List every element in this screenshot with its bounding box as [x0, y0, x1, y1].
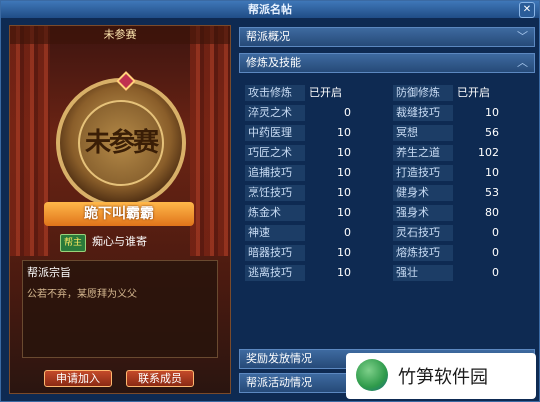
section-cultivation-label: 修炼及技能 — [246, 56, 301, 69]
skill-label: 健身术 — [393, 185, 453, 201]
competition-status: 未参赛 — [10, 26, 230, 44]
section-rewards-label: 奖励发放情况 — [246, 352, 312, 365]
skill-label: 强身术 — [393, 205, 453, 221]
guild-medal: 未参赛 — [56, 71, 186, 208]
skill-value: 10 — [337, 246, 351, 259]
skill-value: 10 — [337, 206, 351, 219]
skill-row: 炼金术 10 强身术 80 — [245, 205, 529, 223]
skill-value: 0 — [492, 246, 499, 259]
skill-value: 已开启 — [309, 86, 342, 99]
skill-label: 淬灵之术 — [245, 105, 305, 121]
skill-label: 暗器技巧 — [245, 245, 305, 261]
leader-row: 帮主 痴心与谁寄 — [60, 234, 147, 252]
skill-label: 巧匠之术 — [245, 145, 305, 161]
skill-row: 逃离技巧 10 强壮 0 — [245, 265, 529, 283]
guild-emblem-panel: 未参赛 未参赛 跪下叫霸霸 帮主 痴心与谁寄 帮派宗旨 公若不弃，某愿拜为义父 申… — [9, 25, 231, 394]
skill-value: 10 — [485, 106, 499, 119]
apply-join-button[interactable]: 申请加入 — [44, 370, 112, 387]
guild-info-panel: 帮派概况 ﹀ 修炼及技能 ︿ 攻击修炼 已开启 防御修炼 已开启 淬灵之术 0 裁缝技巧 10… — [239, 25, 535, 394]
skill-value: 102 — [478, 146, 499, 159]
skill-row: 烹饪技巧 10 健身术 53 — [245, 185, 529, 203]
contact-member-button[interactable]: 联系成员 — [126, 370, 194, 387]
skill-label: 攻击修炼 — [245, 85, 305, 101]
skill-value: 80 — [485, 206, 499, 219]
skill-row: 追捕技巧 10 打造技巧 10 — [245, 165, 529, 183]
skill-label: 裁缝技巧 — [393, 105, 453, 121]
skill-value: 0 — [344, 106, 351, 119]
chevron-down-icon: ﹀ — [517, 30, 528, 43]
bamboo-logo-icon — [356, 359, 388, 391]
watermark: 竹笋软件园 — [346, 353, 536, 399]
skill-value: 10 — [485, 166, 499, 179]
skill-label: 打造技巧 — [393, 165, 453, 181]
skill-value: 已开启 — [457, 86, 490, 99]
watermark-text: 竹笋软件园 — [398, 367, 488, 388]
skill-value: 10 — [337, 266, 351, 279]
skill-label: 追捕技巧 — [245, 165, 305, 181]
skill-value: 10 — [337, 146, 351, 159]
close-icon[interactable]: ✕ — [519, 2, 535, 18]
guild-card-window: 帮派名帖 ✕ 未参赛 未参赛 跪下叫霸霸 帮主 痴心与谁寄 帮派宗旨 公若不弃，某… — [0, 0, 540, 402]
leader-name[interactable]: 痴心与谁寄 — [92, 235, 147, 248]
skill-value: 0 — [344, 226, 351, 239]
section-activities-label: 帮派活动情况 — [246, 376, 312, 389]
tenet-title: 帮派宗旨 — [27, 266, 71, 279]
tenet-text: 公若不弃，某愿拜为义父 — [27, 289, 137, 300]
skill-row: 中药医理 10 冥想 56 — [245, 125, 529, 143]
skill-label: 防御修炼 — [393, 85, 453, 101]
skill-label: 神速 — [245, 225, 305, 241]
skill-value: 10 — [337, 186, 351, 199]
skill-value: 10 — [337, 126, 351, 139]
skill-row: 暗器技巧 10 熔炼技巧 0 — [245, 245, 529, 263]
medal-text: 未参赛 — [78, 100, 164, 186]
section-overview-label: 帮派概况 — [246, 30, 290, 43]
skill-row: 攻击修炼 已开启 防御修炼 已开启 — [245, 85, 529, 103]
skill-row: 淬灵之术 0 裁缝技巧 10 — [245, 105, 529, 123]
window-title-text: 帮派名帖 — [248, 3, 292, 16]
window-title: 帮派名帖 ✕ — [1, 1, 539, 18]
gem-icon — [116, 71, 136, 91]
leader-badge: 帮主 — [60, 234, 87, 252]
chevron-up-icon: ︿ — [517, 56, 528, 69]
section-overview[interactable]: 帮派概况 ﹀ — [239, 27, 535, 47]
skill-value: 0 — [492, 226, 499, 239]
skill-value: 56 — [485, 126, 499, 139]
skill-value: 10 — [337, 166, 351, 179]
skill-label: 逃离技巧 — [245, 265, 305, 281]
skill-label: 烹饪技巧 — [245, 185, 305, 201]
guild-tenet-box: 帮派宗旨 公若不弃，某愿拜为义父 — [22, 260, 218, 358]
guild-name: 跪下叫霸霸 — [44, 202, 194, 226]
skill-value: 0 — [492, 266, 499, 279]
skill-row: 神速 0 灵石技巧 0 — [245, 225, 529, 243]
skill-label: 养生之道 — [393, 145, 453, 161]
skill-label: 强壮 — [393, 265, 453, 281]
skill-label: 冥想 — [393, 125, 453, 141]
skill-label: 中药医理 — [245, 125, 305, 141]
curtain-decoration — [190, 26, 230, 256]
skill-label: 灵石技巧 — [393, 225, 453, 241]
skill-row: 巧匠之术 10 养生之道 102 — [245, 145, 529, 163]
skill-value: 53 — [485, 186, 499, 199]
section-cultivation[interactable]: 修炼及技能 ︿ — [239, 53, 535, 73]
skill-label: 炼金术 — [245, 205, 305, 221]
skill-label: 熔炼技巧 — [393, 245, 453, 261]
